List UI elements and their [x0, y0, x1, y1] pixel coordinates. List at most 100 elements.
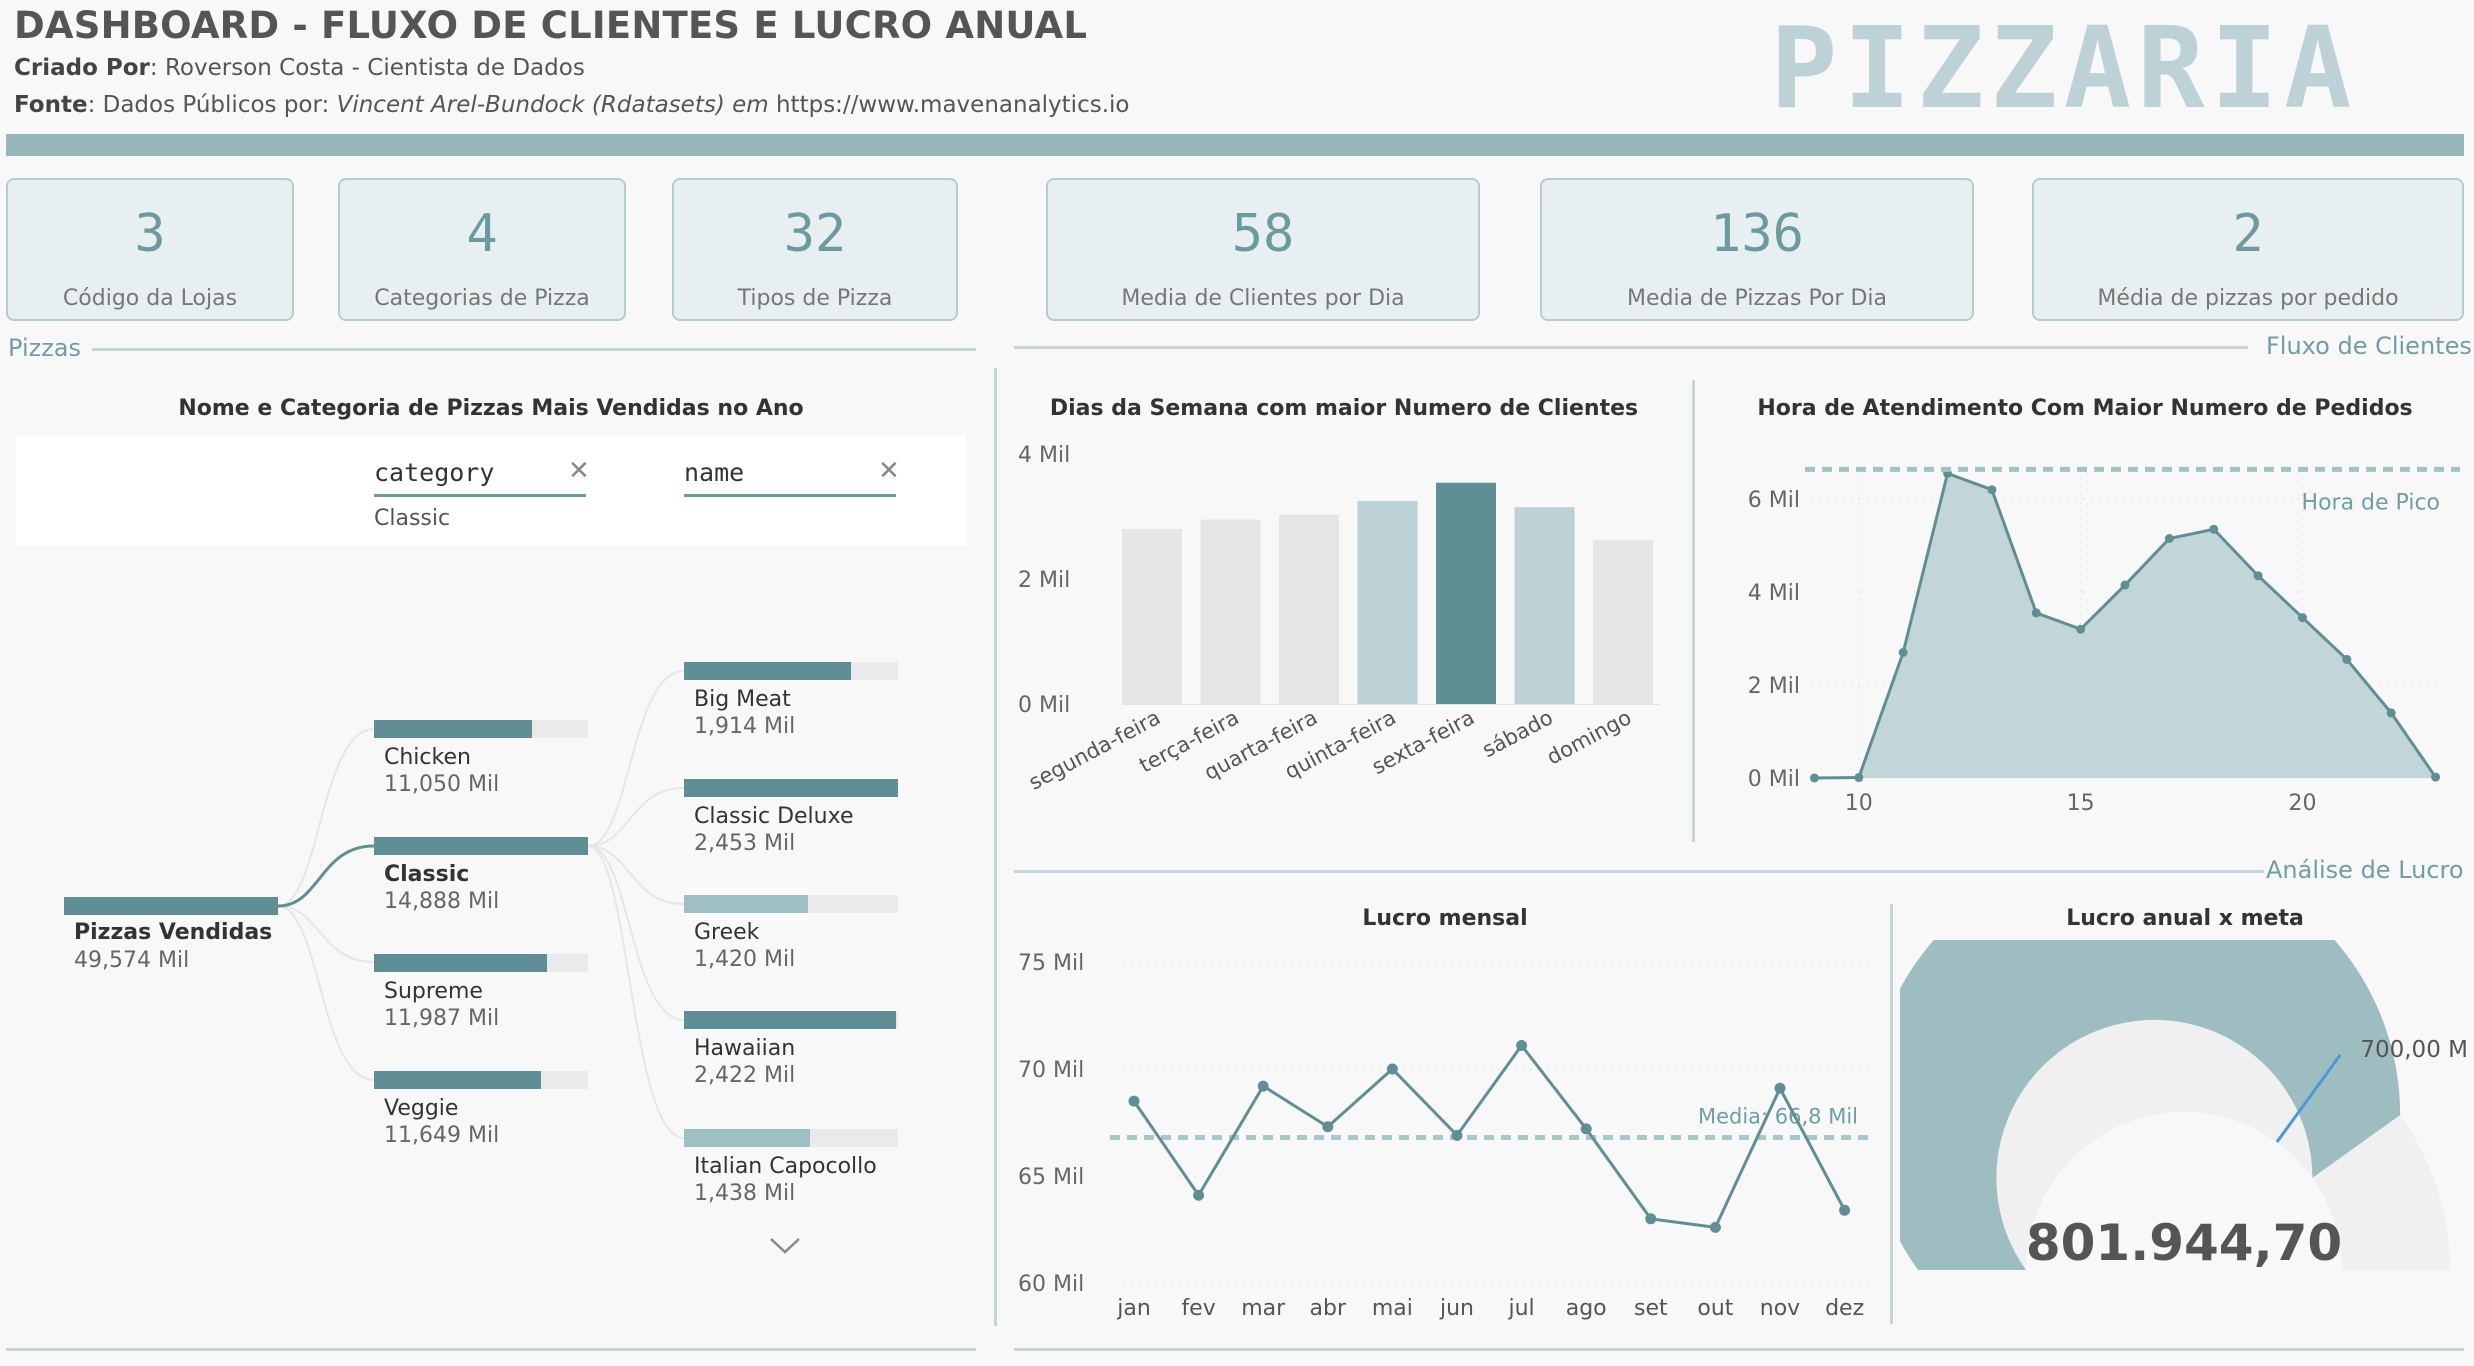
x-tick-label: 15 [2067, 791, 2095, 816]
bar-sexta-feira [1436, 482, 1496, 704]
tree-node-chicken-bar[interactable] [374, 720, 588, 738]
tree-node-value: 11,050 Mil [384, 772, 500, 797]
tree-node-hawaiian-bar[interactable] [684, 1011, 898, 1029]
bar-terça-feira [1200, 519, 1261, 704]
data-point [1451, 1129, 1463, 1141]
tree-node-name: Classic [384, 862, 470, 887]
y-tick-label: 65 Mil [1018, 1165, 1084, 1190]
y-tick-label: 70 Mil [1018, 1058, 1084, 1083]
data-point [1386, 1063, 1398, 1075]
weekday-chart-title: Dias da Semana com maior Numero de Clien… [1049, 396, 1639, 421]
tree-node-name: Italian Capocollo [694, 1154, 877, 1179]
tree-root-value: 49,574 Mil [74, 948, 190, 973]
tree-node-bar-fill [684, 1129, 811, 1147]
data-point [1809, 773, 1819, 783]
tree-node-big-meat-bar[interactable] [684, 662, 898, 680]
y-tick-label: 2 Mil [1748, 674, 1800, 699]
tree-node-classic-bar[interactable] [374, 837, 588, 855]
section-rule [1014, 1348, 2464, 1351]
tree-node-value: 1,914 Mil [694, 714, 796, 739]
tree-node-bar-fill [374, 720, 533, 738]
tree-node-value: 2,453 Mil [694, 831, 796, 856]
data-point [1516, 1039, 1528, 1051]
x-tick-label: segunda-feira [1025, 705, 1165, 794]
data-point [1322, 1121, 1334, 1133]
tree-node-value: 2,422 Mil [694, 1063, 796, 1088]
x-tick-label: domingo [1543, 705, 1635, 769]
annual-profit-gauge[interactable]: 700,00 Mil 801.944,70 [1900, 940, 2470, 1340]
tree-node-name: Greek [694, 920, 760, 945]
data-point [1128, 1095, 1140, 1107]
x-tick-label: jun [1439, 1296, 1474, 1321]
x-tick-label: ago [1566, 1296, 1607, 1321]
monthly-profit-chart-title: Lucro mensal [1362, 906, 1528, 931]
x-tick-label: jan [1116, 1296, 1151, 1321]
x-tick-label: out [1697, 1296, 1733, 1321]
tree-node-name: Classic Deluxe [694, 804, 854, 829]
data-point [1645, 1213, 1657, 1225]
data-point [1580, 1123, 1592, 1135]
data-point [2164, 534, 2174, 544]
data-point [2209, 524, 2219, 534]
kpi-label: Media de Pizzas Por Dia [1626, 286, 1887, 311]
y-tick-label: 4 Mil [1018, 443, 1070, 468]
tree-node-classic-deluxe-bar[interactable] [684, 779, 898, 797]
tree-node-value: 11,987 Mil [384, 1006, 500, 1031]
data-point [2031, 608, 2041, 618]
x-tick-label: nov [1760, 1296, 1800, 1321]
kpi-card-clientes-dia[interactable]: 58 Media de Clientes por Dia [1046, 178, 1480, 321]
data-point [2431, 772, 2441, 782]
brand-logo-text: PIZZARIA [1770, 4, 2358, 134]
y-tick-label: 0 Mil [1018, 693, 1070, 718]
y-tick-label: 0 Mil [1748, 767, 1800, 792]
tree-node-italian-capocollo-bar[interactable] [684, 1129, 898, 1147]
tree-node-bar-fill [684, 895, 809, 913]
section-rule [1014, 870, 2264, 873]
scroll-down-chevron-icon[interactable] [768, 1236, 802, 1260]
section-label-fluxo: Fluxo de Clientes [2266, 332, 2472, 360]
x-tick-label: set [1634, 1296, 1668, 1321]
x-tick-label: 20 [2288, 791, 2316, 816]
tree-node-supreme-bar[interactable] [374, 954, 588, 972]
weekday-clients-chart[interactable]: 0 Mil2 Mil4 Milsegunda-feiraterça-feiraq… [1010, 430, 1690, 830]
tree-node-bar-fill [684, 1011, 896, 1029]
tree-node-value: 14,888 Mil [384, 889, 500, 914]
y-tick-label: 60 Mil [1018, 1272, 1084, 1297]
gauge-chart-title: Lucro anual x meta [2066, 906, 2304, 931]
y-tick-label: 75 Mil [1018, 951, 1084, 976]
hour-orders-chart[interactable]: 0 Mil 2 Mil 4 Mil 6 Mil 10 15 20 Hora de Pico [1700, 430, 2470, 830]
vertical-divider [1890, 904, 1893, 1324]
x-tick-label: abr [1310, 1296, 1347, 1321]
x-tick-label: 10 [1845, 791, 1873, 816]
kpi-card-pizzas-pedido[interactable]: 2 Média de pizzas por pedido [2032, 178, 2464, 321]
kpi-label: Média de pizzas por pedido [2097, 286, 2399, 311]
bar-sábado [1514, 507, 1575, 704]
tree-root-bar[interactable] [64, 897, 278, 915]
x-tick-label: mai [1372, 1296, 1413, 1321]
tree-node-value: 1,438 Mil [694, 1181, 796, 1206]
data-point [1774, 1082, 1786, 1094]
data-point [2342, 654, 2352, 664]
kpi-card-pizzas-dia[interactable]: 136 Media de Pizzas Por Dia [1540, 178, 1974, 321]
gauge-value-label: 801.944,70 [2026, 1214, 2342, 1272]
data-point [2297, 613, 2307, 623]
tree-node-value: 11,649 Mil [384, 1123, 500, 1148]
data-point [1987, 485, 1997, 495]
tree-node-veggie-bar[interactable] [374, 1071, 588, 1089]
kpi-value: 58 [1231, 204, 1295, 264]
data-point [2120, 580, 2130, 590]
tree-node-name: Hawaiian [694, 1036, 796, 1061]
area-fill [1814, 473, 2436, 778]
tree-node-greek-bar[interactable] [684, 895, 898, 913]
hour-chart-title: Hora de Atendimento Com Maior Numero de … [1757, 396, 2413, 421]
vertical-divider [1692, 380, 1695, 842]
tree-node-bar-fill [374, 954, 548, 972]
kpi-value: 2 [2232, 204, 2264, 264]
tree-node-name: Big Meat [694, 687, 791, 712]
bar-quinta-feira [1357, 500, 1418, 704]
tree-root-bar-fill [64, 897, 278, 915]
monthly-profit-chart[interactable]: 60 Mil 65 Mil 70 Mil 75 Mil Media: 66,8 Mil j… [1010, 940, 1880, 1340]
data-point [1193, 1189, 1205, 1201]
x-tick-label: fev [1181, 1296, 1215, 1321]
data-point [1898, 647, 1908, 657]
